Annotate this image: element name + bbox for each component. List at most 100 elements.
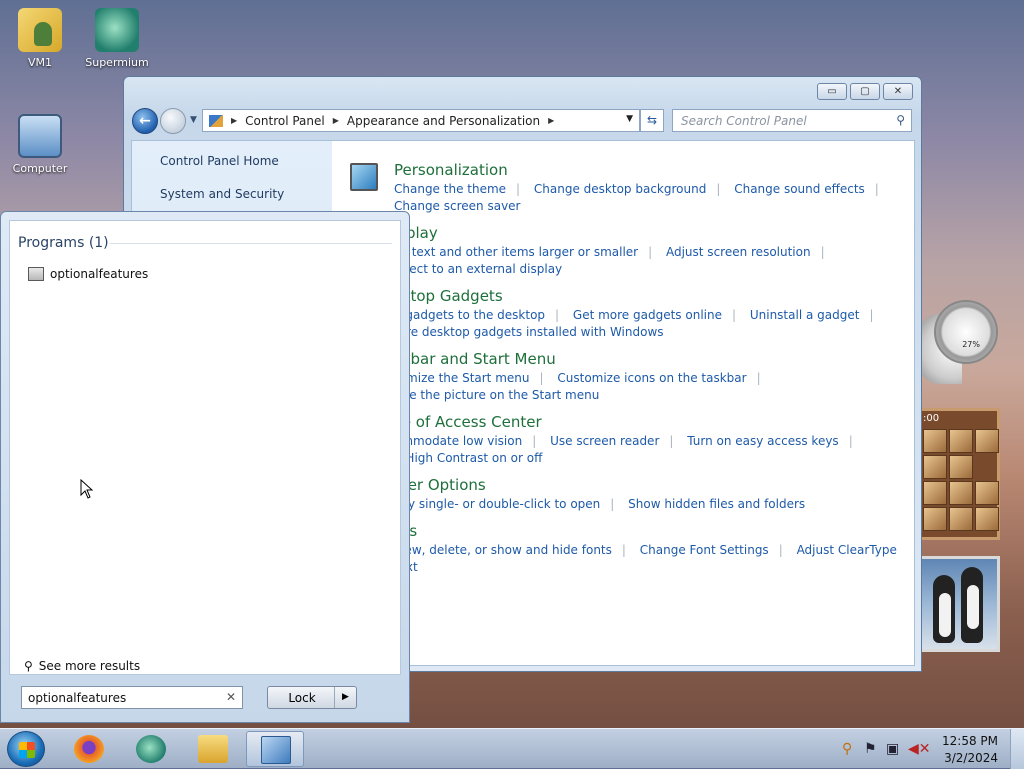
link-change-theme[interactable]: Change the theme xyxy=(394,182,506,196)
network-icon[interactable]: ▣ xyxy=(886,741,899,757)
meter-percent: 27% xyxy=(962,340,980,349)
puzzle-tile[interactable] xyxy=(975,429,999,453)
link-restore-gadgets[interactable]: tore desktop gadgets installed with Wind… xyxy=(394,325,664,339)
start-button[interactable] xyxy=(7,731,45,767)
start-search-input[interactable]: optionalfeatures ✕ xyxy=(21,686,243,709)
close-button[interactable]: ✕ xyxy=(883,83,913,100)
sidebar-item-system-security[interactable]: System and Security xyxy=(160,187,284,201)
window-controls: ▭ ▢ ✕ xyxy=(817,83,913,100)
taskbar-explorer[interactable] xyxy=(184,731,242,767)
refresh-button[interactable]: ⇆ xyxy=(640,109,664,132)
link-customize-taskbar-icons[interactable]: Customize icons on the taskbar xyxy=(557,371,746,385)
volume-muted-icon[interactable]: ◀✕ xyxy=(908,741,931,757)
breadcrumb-appearance[interactable]: Appearance and Personalization xyxy=(347,114,540,128)
link-change-background[interactable]: Change desktop background xyxy=(534,182,706,196)
address-dropdown-icon[interactable]: ▼ xyxy=(626,114,633,124)
link-high-contrast[interactable]: n High Contrast on or off xyxy=(394,451,542,465)
link-low-vision[interactable]: ommodate low vision xyxy=(394,434,522,448)
shutdown-options-arrow-icon[interactable]: ▶ xyxy=(334,687,356,708)
cpu-meter-gadget[interactable]: 27% xyxy=(918,300,998,390)
link-uninstall-gadget[interactable]: Uninstall a gadget xyxy=(750,308,860,322)
category-title[interactable]: skbar and Start Menu xyxy=(394,350,771,368)
category-title[interactable]: nts xyxy=(394,522,914,540)
taskbar-supermium[interactable] xyxy=(122,731,180,767)
taskbar-control-panel[interactable] xyxy=(246,731,304,767)
puzzle-tile[interactable] xyxy=(975,507,999,531)
chevron-right-icon[interactable]: ▶ xyxy=(333,116,339,125)
puzzle-tile[interactable] xyxy=(949,507,973,531)
clear-search-icon[interactable]: ✕ xyxy=(226,690,236,704)
sidebar-item-home[interactable]: Control Panel Home xyxy=(160,154,279,168)
puzzle-tile[interactable] xyxy=(923,507,947,531)
recent-pages-dropdown[interactable]: ▼ xyxy=(190,115,197,125)
maximize-button[interactable]: ▢ xyxy=(850,83,880,100)
link-screen-resolution[interactable]: Adjust screen resolution xyxy=(666,245,811,259)
action-center-flag-icon[interactable]: ⚑ xyxy=(864,741,877,757)
chevron-right-icon[interactable]: ▶ xyxy=(231,116,237,125)
desktop-icon-computer[interactable]: Computer xyxy=(0,114,80,175)
meter-dial-icon xyxy=(934,300,998,364)
category-title[interactable]: se of Access Center xyxy=(394,413,863,431)
category-personalization: Personalization Change the theme | Change… xyxy=(350,161,889,215)
link-change-sound[interactable]: Change sound effects xyxy=(734,182,865,196)
see-more-results-link[interactable]: ⚲ See more results xyxy=(24,659,140,673)
category-ease-of-access: se of Access Center ommodate low vision |… xyxy=(394,413,863,467)
search-control-panel-input[interactable]: Search Control Panel ⚲ xyxy=(672,109,912,132)
category-title[interactable]: isplay xyxy=(394,224,835,242)
category-taskbar-start: skbar and Start Menu tomize the Start me… xyxy=(394,350,771,404)
program-result-item[interactable]: optionalfeatures xyxy=(28,267,148,281)
link-start-picture[interactable]: nge the picture on the Start menu xyxy=(394,388,599,402)
divider xyxy=(110,243,392,244)
link-hidden-files[interactable]: Show hidden files and folders xyxy=(628,497,805,511)
link-text-size[interactable]: ke text and other items larger or smalle… xyxy=(394,245,638,259)
taskbar-firefox[interactable] xyxy=(60,731,118,767)
search-icon[interactable]: ⚲ xyxy=(896,113,905,127)
search-tray-icon[interactable]: ⚲ xyxy=(842,741,852,757)
chevron-right-icon[interactable]: ▶ xyxy=(548,116,554,125)
program-result-label: optionalfeatures xyxy=(50,267,149,281)
link-font-settings[interactable]: Change Font Settings xyxy=(640,543,769,557)
category-fonts: nts view, delete, or show and hide fonts… xyxy=(394,522,914,576)
minimize-button[interactable]: ▭ xyxy=(817,83,847,100)
back-button[interactable]: ← xyxy=(132,108,158,134)
breadcrumb-control-panel[interactable]: Control Panel xyxy=(245,114,325,128)
slideshow-gadget[interactable] xyxy=(918,556,1000,652)
desktop-icon-vm1[interactable]: VM1 xyxy=(0,8,80,69)
link-more-gadgets[interactable]: Get more gadgets online xyxy=(573,308,722,322)
category-title[interactable]: lder Options xyxy=(394,476,815,494)
puzzle-tile[interactable] xyxy=(923,481,947,505)
category-desktop-gadgets: sktop Gadgets d gadgets to the desktop | … xyxy=(394,287,883,341)
link-change-screensaver[interactable]: Change screen saver xyxy=(394,199,521,213)
picture-puzzle-gadget[interactable]: :00 xyxy=(918,408,1000,540)
puzzle-tile[interactable] xyxy=(949,481,973,505)
link-customize-start[interactable]: tomize the Start menu xyxy=(394,371,530,385)
show-desktop-button[interactable] xyxy=(1010,729,1024,769)
desktop-icon-supermium[interactable]: Supermium xyxy=(77,8,157,69)
link-external-display[interactable]: nnect to an external display xyxy=(394,262,562,276)
category-title[interactable]: Personalization xyxy=(394,161,889,179)
link-preview-fonts[interactable]: view, delete, or show and hide fonts xyxy=(394,543,612,557)
clock-date[interactable]: 3/2/2024 xyxy=(944,751,998,765)
link-screen-reader[interactable]: Use screen reader xyxy=(550,434,659,448)
puzzle-tile[interactable] xyxy=(949,429,973,453)
lock-button[interactable]: Lock ▶ xyxy=(267,686,357,709)
monitor-icon xyxy=(350,163,378,191)
folder-user-icon xyxy=(18,8,62,52)
desktop-icon-label: Supermium xyxy=(85,56,149,69)
puzzle-tile[interactable] xyxy=(949,455,973,479)
puzzle-tile[interactable] xyxy=(975,481,999,505)
search-icon: ⚲ xyxy=(24,659,33,673)
link-click-to-open[interactable]: cify single- or double-click to open xyxy=(394,497,600,511)
forward-button[interactable] xyxy=(160,108,186,134)
computer-icon xyxy=(18,114,62,158)
penguin-image xyxy=(933,575,955,643)
link-access-keys[interactable]: Turn on easy access keys xyxy=(687,434,838,448)
clock-time[interactable]: 12:58 PM xyxy=(942,734,998,748)
address-bar[interactable]: ▶ Control Panel ▶ Appearance and Persona… xyxy=(202,109,640,132)
puzzle-timer: :00 xyxy=(923,413,940,424)
desktop-icon-label: Computer xyxy=(12,162,68,175)
category-title[interactable]: sktop Gadgets xyxy=(394,287,883,305)
puzzle-tile[interactable] xyxy=(923,429,947,453)
link-add-gadgets[interactable]: d gadgets to the desktop xyxy=(394,308,545,322)
puzzle-tile[interactable] xyxy=(923,455,947,479)
